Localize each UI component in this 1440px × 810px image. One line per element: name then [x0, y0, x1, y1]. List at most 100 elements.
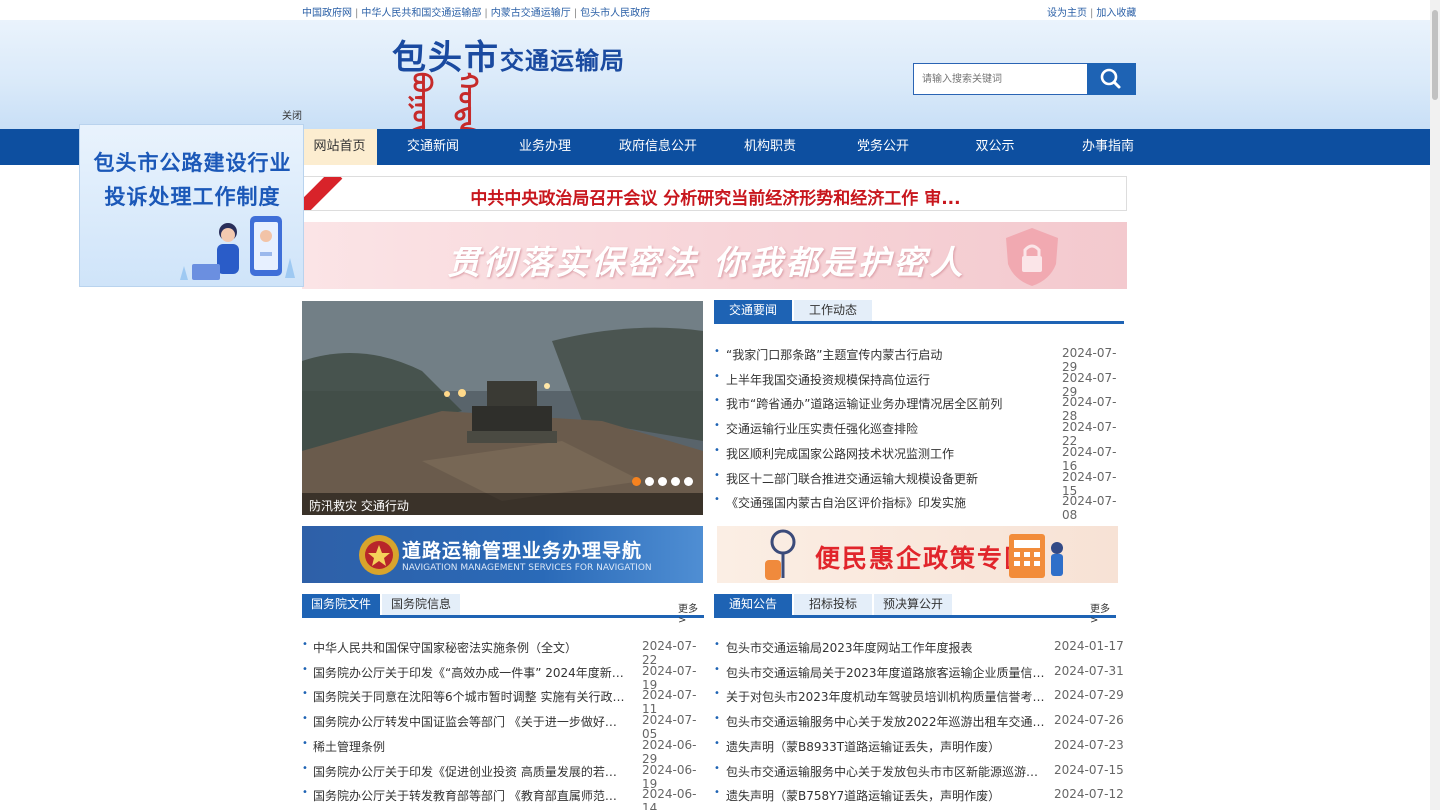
- nav-item-duties[interactable]: 机构职责: [727, 129, 813, 165]
- list-item-title[interactable]: “我家门口那条路”主题宣传内蒙古行启动: [726, 346, 1046, 363]
- list-item[interactable]: • 国务院办公厅关于转发教育部等部门 《教育部直属师范大学... 2024-06-1…: [302, 787, 704, 810]
- headline-text[interactable]: 中共中央政治局召开会议 分析研究当前经济形势和经济工作 审...: [303, 184, 1126, 209]
- set-homepage-link[interactable]: 设为主页: [1047, 8, 1087, 19]
- nav-item-transport-news[interactable]: 交通新闻: [390, 129, 476, 165]
- tab-state-council-docs[interactable]: 国务院文件: [302, 594, 380, 615]
- list-item[interactable]: • 包头市交通运输局关于2023年度道路旅客运输企业质量信誉考... 2024-07…: [714, 664, 1124, 680]
- list-item[interactable]: • “我家门口那条路”主题宣传内蒙古行启动 2024-07-29: [714, 346, 1124, 374]
- list-item[interactable]: • 国务院办公厅关于印发《促进创业投资 高质量发展的若干政... 2024-06-1…: [302, 763, 704, 791]
- list-item-title[interactable]: 包头市交通运输服务中心关于发放包头市市区新能源巡游出租...: [726, 763, 1046, 780]
- bullet-icon: •: [714, 444, 720, 456]
- list-item[interactable]: • 我区十二部门联合推进交通运输大规模设备更新 2024-07-15: [714, 470, 1124, 498]
- list-item[interactable]: • 《交通强国内蒙古自治区评价指标》印发实施 2024-07-08: [714, 494, 1124, 522]
- link-ministry-transport[interactable]: 中华人民共和国交通运输部: [361, 8, 481, 19]
- nav-item-home[interactable]: 网站首页: [302, 129, 377, 165]
- policy-zone-banner[interactable]: 便民惠企政策专区: [717, 526, 1118, 583]
- list-item-title[interactable]: 包头市交通运输局关于2023年度道路旅客运输企业质量信誉考...: [726, 664, 1046, 681]
- bullet-icon: •: [714, 737, 720, 749]
- list-item-title[interactable]: 国务院办公厅关于印发《“高效办成一件事” 2024年度新一...: [313, 664, 625, 681]
- tab-budget-disclosure[interactable]: 预决算公开: [874, 594, 952, 615]
- search-button[interactable]: [1087, 63, 1136, 95]
- list-item-date: 2024-07-26: [1054, 713, 1124, 728]
- nav-item-gov-info[interactable]: 政府信息公开: [612, 129, 704, 165]
- link-inner-mongolia-transport[interactable]: 内蒙古交通运输厅: [491, 8, 571, 19]
- list-item-title[interactable]: 国务院办公厅关于转发教育部等部门 《教育部直属师范大学...: [313, 787, 625, 804]
- state-council-more-link[interactable]: 更多>: [678, 600, 704, 626]
- list-item-title[interactable]: 关于对包头市2023年度机动车驾驶员培训机构质量信誉考核结...: [726, 688, 1046, 705]
- external-links: 中国政府网 | 中华人民共和国交通运输部 | 内蒙古交通运输厅 | 包头市人民政府: [302, 4, 650, 19]
- headline-bar[interactable]: 中共中央政治局召开会议 分析研究当前经济形势和经济工作 审...: [302, 176, 1127, 211]
- list-item-title[interactable]: 中华人民共和国保守国家秘密法实施条例（全文）: [313, 639, 625, 656]
- list-item-title[interactable]: 包头市交通运输服务中心关于发放2022年巡游出租车交通发展...: [726, 713, 1046, 730]
- list-item[interactable]: • 关于对包头市2023年度机动车驾驶员培训机构质量信誉考核结... 2024-07…: [714, 688, 1124, 704]
- link-baotou-government[interactable]: 包头市人民政府: [580, 8, 650, 19]
- slide-dot[interactable]: [671, 477, 680, 486]
- tab-work-updates[interactable]: 工作动态: [794, 300, 872, 321]
- list-item[interactable]: • 中华人民共和国保守国家秘密法实施条例（全文） 2024-07-22: [302, 639, 704, 667]
- list-item[interactable]: • 我区顺利完成国家公路网技术状况监测工作 2024-07-16: [714, 444, 1124, 473]
- slide-dot[interactable]: [658, 477, 667, 486]
- list-item[interactable]: • 包头市交通运输服务中心关于发放2022年巡游出租车交通发展... 2024-07…: [714, 713, 1124, 729]
- list-item[interactable]: • 交通运输行业压实责任强化巡查排险 2024-07-22: [714, 420, 1124, 448]
- slide-dot[interactable]: [684, 477, 693, 486]
- list-item[interactable]: • 包头市交通运输服务中心关于发放包头市市区新能源巡游出租... 2024-07-1…: [714, 763, 1124, 779]
- list-item-title[interactable]: 遗失声明（蒙B758Y7道路运输证丢失，声明作废）: [726, 787, 1046, 804]
- notice-tabbar: 通知公告 招标投标 预决算公开 更多>: [714, 594, 1116, 626]
- list-item[interactable]: • 稀土管理条例 2024-06-29: [302, 737, 704, 766]
- list-item[interactable]: • 国务院办公厅转发中国证监会等部门 《关于进一步做好资本... 2024-07-0…: [302, 713, 704, 741]
- nav-item-double-publicity[interactable]: 双公示: [952, 129, 1038, 165]
- tab-bidding[interactable]: 招标投标: [794, 594, 872, 615]
- list-item[interactable]: • 上半年我国交通投资规模保持高位运行 2024-07-29: [714, 371, 1124, 399]
- list-item-title[interactable]: 我区顺利完成国家公路网技术状况监测工作: [726, 445, 1046, 462]
- link-gov-cn[interactable]: 中国政府网: [302, 8, 352, 19]
- close-ad-button[interactable]: 关闭: [282, 107, 302, 122]
- nav-item-guide[interactable]: 办事指南: [1065, 129, 1151, 165]
- notice-more-link[interactable]: 更多>: [1090, 600, 1116, 626]
- bullet-icon: •: [302, 688, 308, 700]
- nav-item-services[interactable]: 业务办理: [502, 129, 588, 165]
- emblem-icon: [359, 535, 399, 575]
- list-item[interactable]: • 包头市交通运输局2023年度网站工作年度报表 2024-01-17: [714, 639, 1124, 655]
- list-item-title[interactable]: 交通运输行业压实责任强化巡查排险: [726, 420, 1046, 437]
- separator: |: [1090, 8, 1094, 19]
- list-item[interactable]: • 我市“跨省通办”道路运输证业务办理情况居全区前列 2024-07-28: [714, 395, 1124, 423]
- bullet-icon: •: [714, 639, 720, 650]
- road-transport-navigation-banner[interactable]: 道路运输管理业务办理导航 NAVIGATION MANAGEMENT SERVI…: [302, 526, 703, 583]
- tab-notices[interactable]: 通知公告: [714, 594, 792, 615]
- list-item-title[interactable]: 国务院办公厅关于印发《促进创业投资 高质量发展的若干政...: [313, 763, 625, 780]
- list-item-title[interactable]: 我市“跨省通办”道路运输证业务办理情况居全区前列: [726, 395, 1046, 412]
- list-item[interactable]: • 国务院办公厅关于印发《“高效办成一件事” 2024年度新一... 2024-07…: [302, 664, 704, 692]
- tab-state-council-info[interactable]: 国务院信息: [382, 594, 460, 615]
- slide-dot[interactable]: [632, 477, 641, 486]
- list-item-title[interactable]: 国务院办公厅转发中国证监会等部门 《关于进一步做好资本...: [313, 713, 625, 730]
- list-item-title[interactable]: 包头市交通运输局2023年度网站工作年度报表: [726, 639, 1046, 656]
- list-item-title[interactable]: 遗失声明（蒙B8933T道路运输证丢失，声明作废）: [726, 738, 1046, 755]
- logo-mongolian-script: ᠪᠣᠭᠣᠲᠣ ᠬᠣᠲᠠ: [406, 72, 482, 159]
- shield-lock-icon: [1006, 228, 1058, 286]
- photo-caption[interactable]: 防汛救灾 交通行动: [309, 497, 409, 514]
- list-item-date: 2024-07-31: [1054, 663, 1124, 678]
- scrollbar-thumb[interactable]: [1432, 10, 1438, 100]
- list-item-title[interactable]: 稀土管理条例: [313, 738, 625, 755]
- list-item-title[interactable]: 我区十二部门联合推进交通运输大规模设备更新: [726, 470, 1046, 487]
- list-item-title[interactable]: 《交通强国内蒙古自治区评价指标》印发实施: [726, 494, 1046, 511]
- add-favorite-link[interactable]: 加入收藏: [1096, 8, 1136, 19]
- banner-text: 贯彻落实保密法 你我都是护密人: [447, 243, 966, 282]
- page-scrollbar[interactable]: [1430, 0, 1440, 810]
- tab-transport-news[interactable]: 交通要闻: [714, 300, 792, 321]
- bullet-icon: •: [714, 395, 720, 407]
- floating-ad-line1: 包头市公路建设行业: [93, 151, 292, 175]
- bullet-icon: •: [302, 737, 308, 749]
- slide-dot[interactable]: [645, 477, 654, 486]
- list-item-title[interactable]: 国务院关于同意在沈阳等6个城市暂时调整 实施有关行政法...: [313, 688, 625, 705]
- list-item[interactable]: • 国务院关于同意在沈阳等6个城市暂时调整 实施有关行政法... 2024-07-1…: [302, 688, 704, 716]
- search-input[interactable]: [913, 63, 1088, 95]
- list-item-title[interactable]: 上半年我国交通投资规模保持高位运行: [726, 371, 1046, 388]
- news-photo-slider[interactable]: 防汛救灾 交通行动: [302, 301, 703, 515]
- list-item[interactable]: • 遗失声明（蒙B758Y7道路运输证丢失，声明作废） 2024-07-12: [714, 787, 1124, 803]
- nav-item-party-affairs[interactable]: 党务公开: [840, 129, 926, 165]
- secrecy-law-banner[interactable]: 贯彻落实保密法 你我都是护密人: [302, 222, 1127, 289]
- list-item[interactable]: • 遗失声明（蒙B8933T道路运输证丢失，声明作废） 2024-07-23: [714, 738, 1124, 754]
- promo1-subtitle: NAVIGATION MANAGEMENT SERVICES FOR NAVIG…: [402, 563, 652, 573]
- floating-ad[interactable]: 包头市公路建设行业 投诉处理工作制度: [79, 124, 304, 287]
